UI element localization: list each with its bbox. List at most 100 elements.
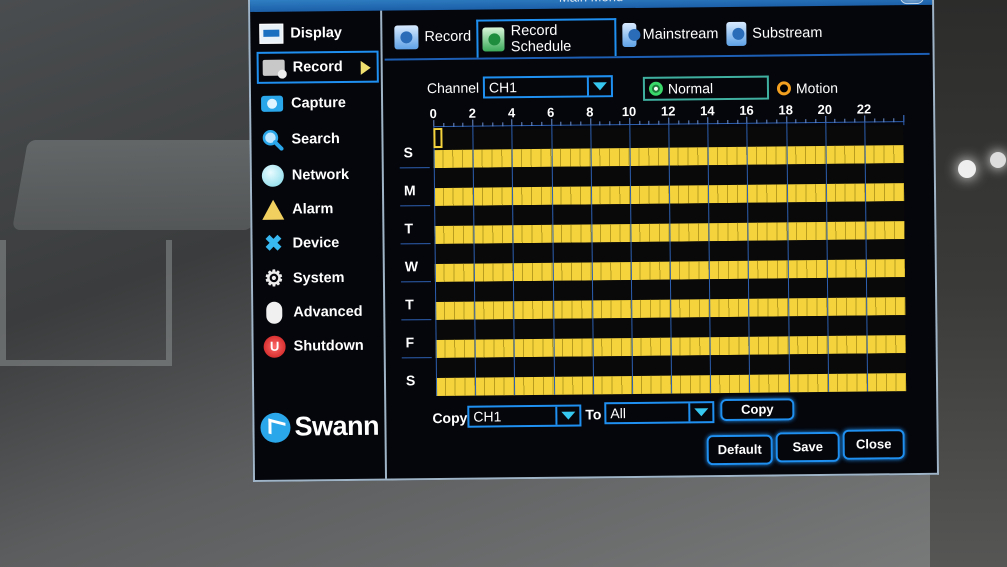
sidebar-item-label: Advanced [293,303,363,321]
ruler-tick [844,118,846,123]
day-label: F [405,334,415,351]
copy-from-value: CH1 [473,408,502,425]
row-divider [401,357,432,359]
chevron-down-icon[interactable] [586,77,612,96]
sidebar-item-label: System [292,270,345,287]
ruler-tick [462,122,464,127]
save-button[interactable]: Save [775,431,840,463]
hour-label: 12 [660,103,676,119]
hour-label: 22 [856,101,872,117]
mode-normal-radio[interactable]: Normal [642,75,770,101]
tab-label: Record [424,28,472,46]
gear-icon: ⚙ [263,265,284,291]
row-divider [400,205,431,207]
ruler-tick [619,121,621,126]
main-menu-window: Main Menu ✕ Display Record Capture Searc… [248,0,940,482]
sidebar-item-search[interactable]: Search [257,123,379,156]
background-light [990,152,1006,168]
mode-motion-radio[interactable]: Motion [773,76,853,101]
sidebar-item-label: Record [292,59,343,76]
ruler-tick [443,122,445,127]
hour-label: 16 [739,102,754,118]
copy-from-select[interactable]: CH1 [467,404,582,428]
sidebar-item-display[interactable]: Display [256,17,378,50]
sidebar-item-capture[interactable]: Capture [257,87,379,120]
hour-label: 6 [546,104,555,120]
hour-label: 20 [817,101,833,118]
sidebar-item-label: Display [290,25,343,42]
tab-record-schedule[interactable]: Record Schedule [476,18,617,58]
ruler-tick [854,118,856,123]
hour-label: 4 [507,105,516,121]
background-light [958,160,976,178]
search-icon [259,129,285,151]
sidebar-item-label: Network [291,166,350,184]
background-right [930,0,1007,567]
display-icon [258,23,284,45]
tab-label: Substream [752,24,823,42]
ruler-tick [775,119,778,124]
device-icon: ✖ [264,230,283,256]
selected-cell-cursor [433,127,443,149]
day-label: T [405,296,414,313]
day-label: T [404,220,414,237]
radio-selected-icon [648,81,664,96]
ruler-tick [492,122,494,127]
sidebar-item-advanced[interactable]: Advanced [259,296,381,329]
ruler-tick [560,121,562,126]
ruler-tick [873,118,875,123]
tab-substream[interactable]: Substream [722,16,822,51]
day-label: W [404,258,419,275]
sidebar-item-record[interactable]: Record [256,50,379,84]
ruler-tick [756,119,758,124]
ruler-tick [697,120,699,125]
channel-select[interactable]: CH1 [482,75,614,99]
ruler-tick [570,121,572,126]
hour-label: 2 [468,105,477,121]
hour-label: 8 [586,104,594,120]
ruler-tick [815,119,817,124]
swann-logo-icon [260,412,291,443]
ruler-tick [599,121,601,126]
sidebar-item-shutdown[interactable]: U Shutdown [259,330,381,363]
sidebar-item-label: Capture [291,94,346,112]
alarm-icon [260,199,286,221]
tab-bar: Record Record Schedule Mainstream Substr… [384,12,930,61]
ruler-tick [678,120,680,125]
close-icon[interactable]: ✕ [899,0,925,5]
ruler-tick [531,122,533,127]
ruler-tick [609,121,611,126]
sidebar-item-system[interactable]: ⚙ System [259,262,381,295]
swann-logo: Swann [260,411,379,443]
power-icon: U [262,335,288,358]
chevron-down-icon[interactable] [688,403,713,422]
copy-to-select[interactable]: All [604,401,715,425]
network-icon [260,164,286,187]
sidebar-item-label: Alarm [292,201,334,218]
day-label: S [405,372,416,389]
sidebar-item-label: Search [291,131,340,148]
close-button[interactable]: Close [842,429,905,460]
ruler-tick [805,119,807,124]
sidebar-item-alarm[interactable]: Alarm [258,193,380,226]
chevron-down-icon[interactable] [555,406,580,425]
tab-mainstream[interactable]: Mainstream [618,17,718,52]
ruler-tick [834,118,836,123]
grid-right-edge [903,115,905,126]
record-tab-icon [394,25,419,50]
background-table [12,140,268,230]
logo-text: Swann [294,410,380,442]
row-divider [400,243,431,245]
ruler-tick [893,118,895,123]
sidebar-item-network[interactable]: Network [258,159,380,192]
day-label: S [403,144,414,161]
chevron-right-icon [360,60,371,75]
copy-to-value: All [610,405,626,422]
copy-button[interactable]: Copy [720,398,795,422]
default-button[interactable]: Default [706,434,773,466]
window-title: Main Menu [559,0,623,5]
sidebar-item-device[interactable]: ✖ Device [258,227,380,260]
tab-record[interactable]: Record [390,20,474,55]
background-chair [0,240,172,366]
mode-motion-label: Motion [795,79,839,97]
